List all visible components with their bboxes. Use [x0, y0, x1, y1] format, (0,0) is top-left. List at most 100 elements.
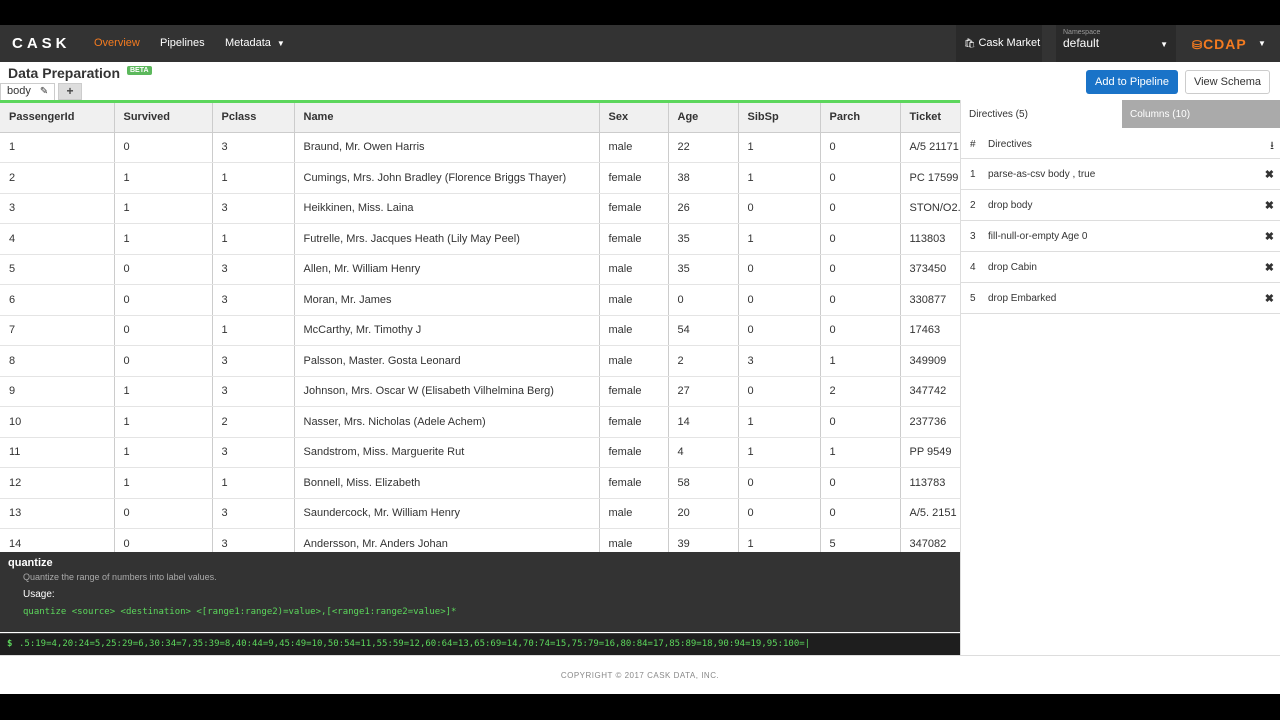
download-icon[interactable]: ⭳ — [1270, 137, 1274, 156]
table-cell: 3 — [212, 528, 295, 552]
table-cell: 330877 — [900, 284, 960, 316]
cdap-label: CDAP — [1203, 36, 1247, 52]
nav-pipelines[interactable]: Pipelines — [160, 37, 205, 49]
table-cell: 0 — [820, 132, 901, 163]
column-header[interactable]: Pclass — [212, 103, 295, 133]
add-workspace-button[interactable]: + — [58, 83, 82, 100]
table-cell: 58 — [668, 467, 739, 499]
column-header[interactable]: Name — [294, 103, 600, 133]
view-schema-button[interactable]: View Schema — [1185, 70, 1270, 94]
pencil-icon[interactable]: ✎ — [40, 86, 48, 97]
chevron-down-icon: ▼ — [276, 39, 285, 48]
footer: COPYRIGHT © 2017 CASK DATA, INC. — [0, 655, 1280, 694]
table-cell: 0 — [114, 315, 213, 346]
table-row: 5 0 3 Allen, Mr. William Henry male 35 0 0 37345… — [0, 254, 960, 285]
table-cell: Nasser, Mrs. Nicholas (Adele Achem) — [294, 406, 600, 438]
table-cell: 0 — [738, 254, 821, 285]
table-cell: 0 — [820, 254, 901, 285]
table-cell: 1 — [212, 467, 295, 499]
table-cell: 0 — [820, 223, 901, 255]
table-cell: 1 — [738, 406, 821, 438]
table-cell: 0 — [738, 467, 821, 499]
table-cell: 1 — [820, 437, 901, 468]
close-icon[interactable]: ✖ — [1265, 292, 1274, 305]
workspace-tab-body[interactable]: body ✎ — [0, 83, 56, 100]
table-cell: 1 — [114, 376, 213, 407]
namespace-label: Namespace — [1063, 29, 1101, 36]
tab-columns[interactable]: Columns (10) — [1122, 100, 1280, 128]
table-cell: 1 — [114, 223, 213, 255]
nav-metadata-label: Metadata — [225, 37, 271, 49]
table-cell: 4 — [0, 223, 115, 255]
table-cell: 347082 — [900, 528, 960, 552]
cask-market-button[interactable]: 🛍 Cask Market — [956, 25, 1042, 62]
column-header[interactable]: Survived — [114, 103, 213, 133]
directive-number: 1 — [970, 169, 976, 180]
table-cell: 3 — [212, 284, 295, 316]
nav-overview[interactable]: Overview — [94, 37, 140, 49]
table-row: 6 0 3 Moran, Mr. James male 0 0 0 330877 — [0, 284, 960, 316]
directive-row[interactable]: 5 drop Embarked ✖ — [961, 283, 1280, 314]
column-header[interactable]: Ticket — [900, 103, 960, 133]
directive-text: drop body — [988, 200, 1033, 211]
table-cell: female — [599, 437, 669, 468]
table-cell: Moran, Mr. James — [294, 284, 600, 316]
table-cell: 2 — [0, 162, 115, 194]
table-cell: 17463 — [900, 315, 960, 346]
directive-text: fill-null-or-empty Age 0 — [988, 231, 1088, 242]
column-header[interactable]: Sex — [599, 103, 669, 133]
table-cell: 3 — [0, 193, 115, 224]
table-row: 3 1 3 Heikkinen, Miss. Laina female 26 0 0 STON/… — [0, 193, 960, 224]
table-cell: 38 — [668, 162, 739, 194]
cask-logo[interactable]: CASK — [12, 35, 71, 52]
table-cell: 54 — [668, 315, 739, 346]
table-cell: 0 — [114, 528, 213, 552]
table-cell: male — [599, 528, 669, 552]
namespace-value: default — [1063, 36, 1100, 50]
directive-number: 3 — [970, 231, 976, 242]
close-icon[interactable]: ✖ — [1265, 199, 1274, 212]
table-cell: male — [599, 254, 669, 285]
column-header[interactable]: Age — [668, 103, 739, 133]
table-cell: 113783 — [900, 467, 960, 499]
directive-number: 2 — [970, 200, 976, 211]
chevron-down-icon[interactable]: ▼ — [1258, 39, 1266, 48]
column-header[interactable]: SibSp — [738, 103, 821, 133]
table-cell: 0 — [820, 467, 901, 499]
table-cell: male — [599, 498, 669, 529]
table-cell: 0 — [738, 193, 821, 224]
namespace-dropdown[interactable]: Namespace default ▼ — [1056, 25, 1176, 62]
directive-row[interactable]: 4 drop Cabin ✖ — [961, 252, 1280, 283]
add-to-pipeline-button[interactable]: Add to Pipeline — [1086, 70, 1178, 94]
table-cell: STON/O2. — [900, 193, 960, 224]
table-cell: 12 — [0, 467, 115, 499]
close-icon[interactable]: ✖ — [1265, 261, 1274, 274]
column-header[interactable]: Parch — [820, 103, 901, 133]
directive-input[interactable]: $ .5:19=4,20:24=5,25:29=6,30:34=7,35:39=… — [0, 633, 960, 655]
directive-row[interactable]: 2 drop body ✖ — [961, 190, 1280, 221]
column-header[interactable]: PassengerId — [0, 103, 115, 133]
table-cell: 0 — [114, 345, 213, 377]
table-cell: 39 — [668, 528, 739, 552]
directive-row[interactable]: 3 fill-null-or-empty Age 0 ✖ — [961, 221, 1280, 252]
table-row: 10 1 2 Nasser, Mrs. Nicholas (Adele Achem) f… — [0, 406, 960, 438]
prompt-symbol: $ — [7, 639, 13, 649]
table-row: 14 0 3 Andersson, Mr. Anders Johan male 39 1 5 3… — [0, 528, 960, 552]
table-cell: 2 — [668, 345, 739, 377]
table-cell: 3 — [212, 193, 295, 224]
table-cell: female — [599, 376, 669, 407]
table-cell: Palsson, Master. Gosta Leonard — [294, 345, 600, 377]
nav-metadata[interactable]: Metadata ▼ — [225, 37, 285, 49]
help-description: Quantize the range of numbers into label… — [23, 572, 217, 582]
table-cell: 347742 — [900, 376, 960, 407]
close-icon[interactable]: ✖ — [1265, 230, 1274, 243]
directive-row[interactable]: 1 parse-as-csv body , true ✖ — [961, 159, 1280, 190]
cdap-logo[interactable]: ⛁CDAP — [1192, 36, 1247, 52]
table-cell: 1 — [212, 162, 295, 194]
table-cell: Heikkinen, Miss. Laina — [294, 193, 600, 224]
directive-input-text[interactable]: .5:19=4,20:24=5,25:29=6,30:34=7,35:39=8,… — [19, 639, 949, 649]
table-cell: 5 — [0, 254, 115, 285]
close-icon[interactable]: ✖ — [1265, 168, 1274, 181]
bag-icon: 🛍 — [964, 38, 976, 48]
tab-directives[interactable]: Directives (5) — [961, 100, 1122, 128]
